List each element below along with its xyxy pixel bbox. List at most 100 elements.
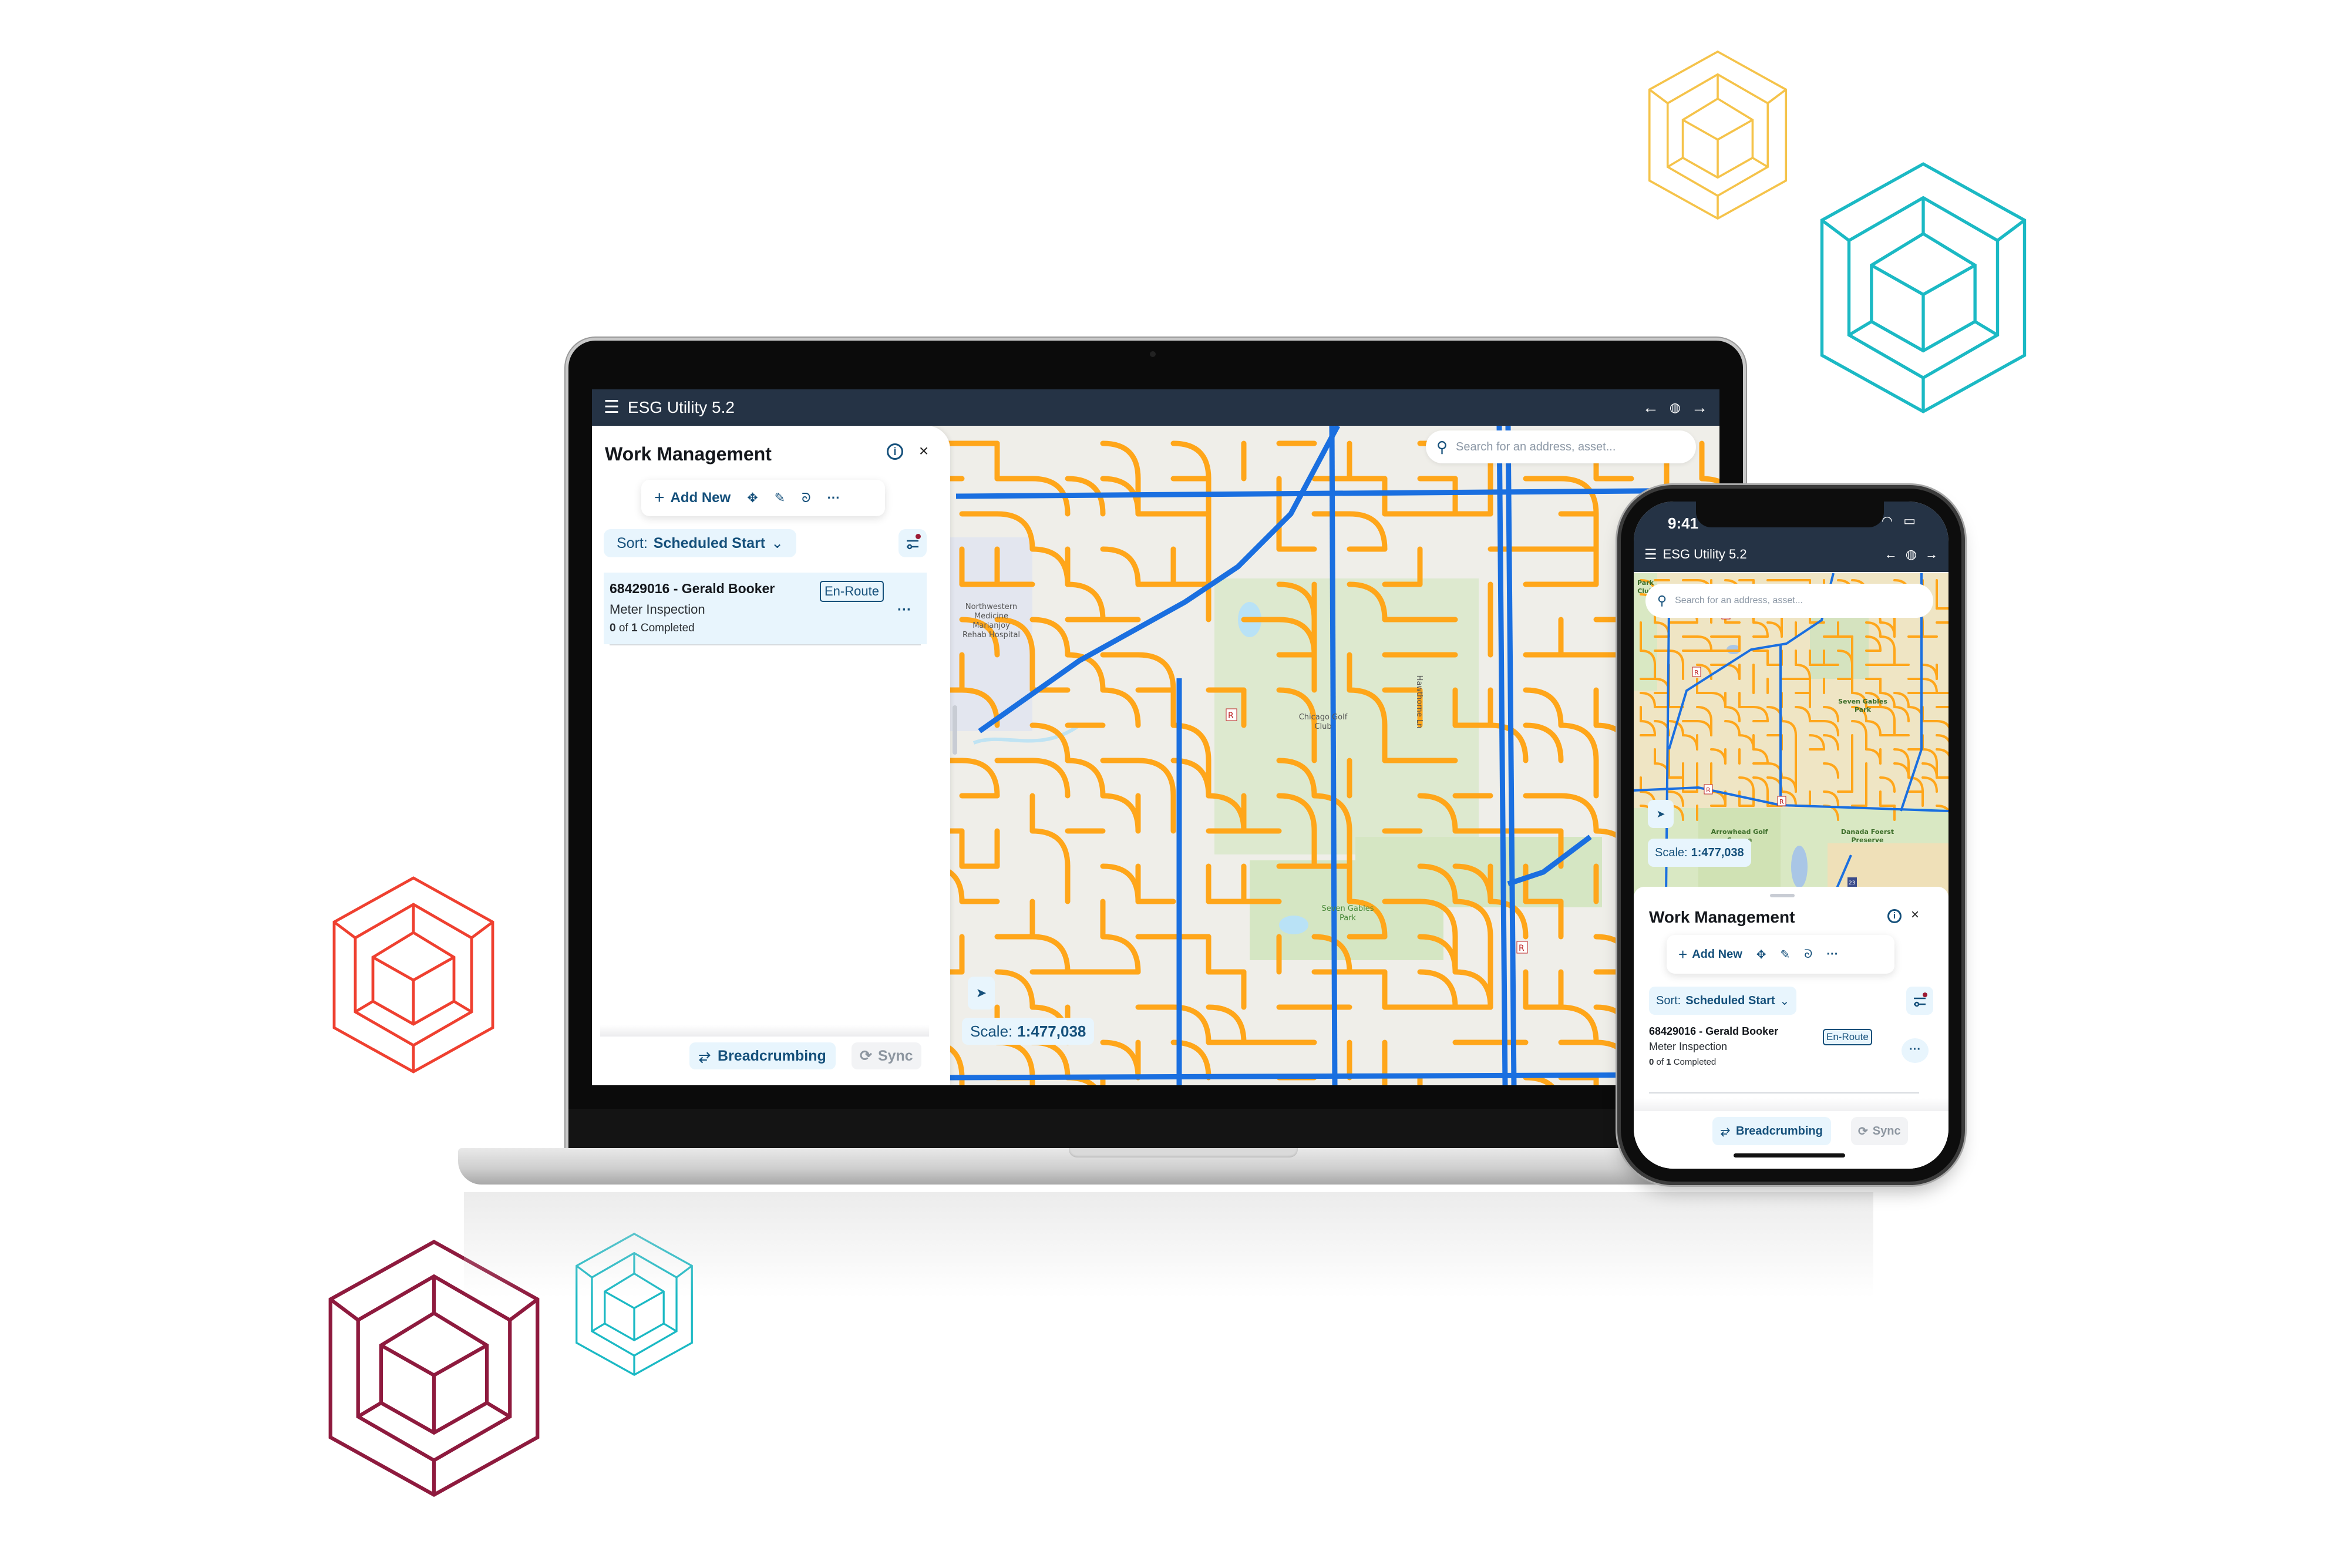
scale-value: 1:477,038 xyxy=(1017,1022,1086,1040)
panel-toolbar: + Add New ✥ ✎ ᘐ ··· xyxy=(1667,935,1894,974)
status-time: 9:41 xyxy=(1668,514,1699,532)
work-order-title: 68429016 - Gerald Booker xyxy=(1649,1025,1779,1037)
add-new-button[interactable]: + Add New xyxy=(654,488,731,508)
map-search-input[interactable]: ⚲ Search for an address, asset... xyxy=(1426,430,1696,463)
map-label: Seven Gables xyxy=(1838,698,1887,705)
scale-label: Scale: xyxy=(1655,846,1688,859)
globe-icon[interactable]: ◍ xyxy=(1670,400,1681,415)
panel-toolbar: + Add New ✥ ✎ ᘐ ··· xyxy=(641,480,885,516)
work-management-sheet: Work Management i × + Add New ✥ ✎ ᘐ ··· … xyxy=(1634,887,1948,1169)
map-label: Hawthorne Ln xyxy=(1415,675,1423,729)
sync-label: Sync xyxy=(1872,1124,1901,1138)
info-icon[interactable]: i xyxy=(1887,909,1902,923)
home-indicator[interactable] xyxy=(1734,1153,1845,1158)
info-icon[interactable]: i xyxy=(887,443,903,460)
add-new-button[interactable]: + Add New xyxy=(1678,945,1742,964)
highway-shield-label: 23 xyxy=(1849,880,1855,886)
status-badge: En-Route xyxy=(1823,1029,1872,1045)
route-icon: ⥂ xyxy=(1721,1124,1730,1138)
map-label: Park xyxy=(1340,914,1357,923)
hamburger-menu-icon[interactable]: ☰ xyxy=(1644,546,1657,563)
filter-button[interactable] xyxy=(1906,987,1933,1015)
map-label: Arrowhead Golf xyxy=(1711,828,1768,836)
add-new-label: Add New xyxy=(670,490,731,506)
map-label: Marianjoy xyxy=(972,621,1010,630)
sync-button[interactable]: ⟳ Sync xyxy=(1851,1117,1908,1145)
sync-button[interactable]: ⟳ Sync xyxy=(852,1042,921,1069)
locate-me-button[interactable]: ➤ xyxy=(1648,800,1674,828)
more-options-icon[interactable]: ··· xyxy=(1826,948,1838,961)
work-order-progress: 0 of 1 Completed xyxy=(1649,1057,1716,1067)
laptop-reflection xyxy=(464,1192,1873,1298)
back-arrow-icon[interactable]: ← xyxy=(1884,547,1897,562)
hexagon-yellow-decoration xyxy=(1648,50,1788,220)
breadcrumbing-button[interactable]: ⥂ Breadcrumbing xyxy=(689,1042,836,1069)
work-order-card[interactable]: 68429016 - Gerald Booker Meter Inspectio… xyxy=(604,573,927,644)
sync-icon: ⟳ xyxy=(860,1048,872,1064)
breadcrumbing-label: Breadcrumbing xyxy=(1736,1124,1823,1138)
map-label: Seven Gables xyxy=(1322,904,1374,913)
hexagon-teal-large-decoration xyxy=(1820,162,2027,413)
lasso-icon[interactable]: ᘐ xyxy=(802,490,811,506)
hexagon-teal-large-shape xyxy=(1820,162,2027,413)
card-more-icon[interactable]: ··· xyxy=(897,602,911,618)
filter-active-dot xyxy=(916,534,921,539)
move-icon[interactable]: ✥ xyxy=(1756,947,1766,962)
map-label: Park xyxy=(1855,706,1872,714)
locate-me-button[interactable]: ➤ xyxy=(968,977,995,1010)
globe-icon[interactable]: ◍ xyxy=(1906,547,1917,562)
lasso-icon[interactable]: ᘐ xyxy=(1804,948,1812,961)
scale-indicator: Scale: 1:477,038 xyxy=(962,1018,1095,1045)
scale-indicator: Scale: 1:477,038 xyxy=(1648,839,1751,867)
filter-button[interactable] xyxy=(898,529,927,557)
footer-divider xyxy=(600,1025,929,1037)
sort-value: Scheduled Start xyxy=(653,534,766,551)
forward-arrow-icon[interactable]: → xyxy=(1691,398,1708,417)
hexagon-red-shape xyxy=(332,876,494,1074)
map-search-input[interactable]: ⚲ Search for an address, asset... xyxy=(1645,584,1933,618)
navigation-arrow-icon: ➤ xyxy=(975,985,987,1000)
breadcrumbing-button[interactable]: ⥂ Breadcrumbing xyxy=(1712,1117,1831,1145)
phone-screen: 9:41 ▮▮▮ ◠ ▭ ☰ ESG Utility 5.2 ← ◍ → xyxy=(1634,502,1948,1169)
scale-label: Scale: xyxy=(970,1022,1013,1040)
card-divider xyxy=(610,644,921,645)
sort-prefix: Sort: xyxy=(1656,994,1681,1007)
edit-pencil-icon[interactable]: ✎ xyxy=(775,490,785,506)
close-icon[interactable]: × xyxy=(914,441,934,461)
sheet-drag-handle[interactable] xyxy=(1770,894,1795,897)
route-shield-label: R xyxy=(1706,786,1711,794)
app-title: ESG Utility 5.2 xyxy=(627,398,735,416)
footer-divider xyxy=(1634,1098,1948,1111)
search-placeholder: Search for an address, asset... xyxy=(1456,440,1616,453)
hamburger-menu-icon[interactable]: ☰ xyxy=(604,399,620,416)
total-count: 1 xyxy=(1666,1057,1671,1067)
back-arrow-icon[interactable]: ← xyxy=(1643,398,1659,417)
card-more-icon[interactable]: ··· xyxy=(1902,1038,1929,1063)
sort-dropdown[interactable]: Sort: Scheduled Start ⌄ xyxy=(1649,987,1797,1015)
move-icon[interactable]: ✥ xyxy=(747,490,758,506)
work-order-type: Meter Inspection xyxy=(1649,1041,1728,1052)
search-placeholder: Search for an address, asset... xyxy=(1675,595,1803,605)
search-icon: ⚲ xyxy=(1436,438,1448,456)
work-order-title: 68429016 - Gerald Booker xyxy=(610,581,775,596)
work-order-card[interactable]: 68429016 - Gerald Booker Meter Inspectio… xyxy=(1649,1025,1931,1082)
map-label: Park xyxy=(1637,579,1654,587)
route-shield-label: R xyxy=(1779,798,1784,806)
more-options-icon[interactable]: ··· xyxy=(827,490,840,506)
completed-count: 0 xyxy=(610,622,616,634)
edit-pencil-icon[interactable]: ✎ xyxy=(1781,947,1791,962)
phone-device: 9:41 ▮▮▮ ◠ ▭ ☰ ESG Utility 5.2 ← ◍ → xyxy=(1621,489,1961,1182)
map-label: Medicine xyxy=(974,612,1008,621)
phone-app-bar: ☰ ESG Utility 5.2 ← ◍ → xyxy=(1634,536,1948,573)
forward-arrow-icon[interactable]: → xyxy=(1925,547,1938,562)
panel-resize-handle[interactable] xyxy=(953,705,957,755)
close-icon[interactable]: × xyxy=(1911,907,1919,923)
hexagon-yellow-shape xyxy=(1648,50,1788,220)
card-divider xyxy=(1649,1092,1919,1093)
sort-prefix: Sort: xyxy=(617,534,648,551)
total-count: 1 xyxy=(631,622,638,634)
plus-icon: + xyxy=(1678,945,1688,963)
map-label: Preserve xyxy=(1851,836,1883,844)
sort-dropdown[interactable]: Sort: Scheduled Start ⌄ xyxy=(604,529,797,557)
hexagon-red-decoration xyxy=(332,876,494,1074)
